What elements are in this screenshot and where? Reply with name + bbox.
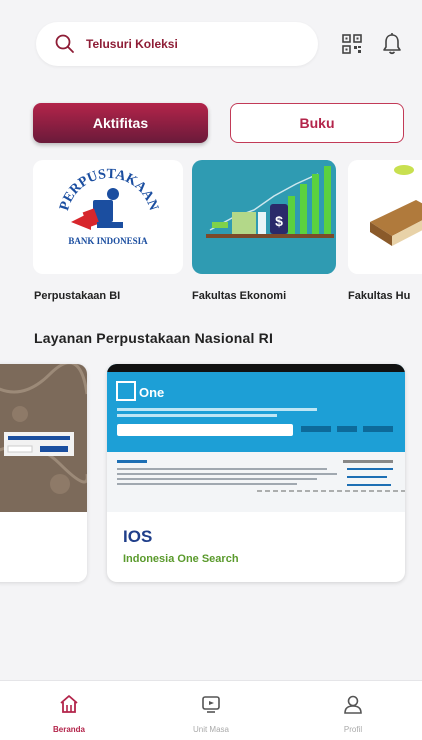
service-title: IOS (123, 527, 153, 546)
tab-aktifitas[interactable]: Aktifitas (33, 103, 208, 143)
nav-label: Profil (343, 725, 363, 734)
nav-label: Unit Masa (192, 725, 229, 734)
collection-card-perpustakaan-bi[interactable]: PERPUSTAKAAN BANK INDONESIA (33, 160, 183, 274)
tab-bar: Aktifitas Buku (0, 95, 422, 159)
home-icon (58, 693, 80, 715)
tab-buku[interactable]: Buku (230, 103, 404, 143)
app-header: Telusuri Koleksi (0, 0, 422, 88)
nav-item-unit-masa[interactable]: Unit Masa (166, 681, 256, 740)
law-book-illustration (348, 160, 422, 274)
search-icon (54, 33, 76, 55)
bank-indonesia-library-logo: PERPUSTAKAAN BANK INDONESIA (57, 167, 161, 246)
tv-icon (200, 693, 222, 715)
collection-label: Fakultas Ekonomi (192, 290, 287, 302)
collection-card-fakultas-hukum[interactable] (348, 160, 422, 274)
collection-carousel[interactable]: PERPUSTAKAAN BANK INDONESIA $ Perpustaka… (0, 160, 422, 310)
svg-text:One: One (139, 385, 164, 400)
service-carousel[interactable]: One IOS Indonesia One Search (0, 364, 422, 586)
nav-label: Beranda (52, 725, 85, 734)
nav-item-profil[interactable]: Profil (308, 681, 398, 740)
section-title: Layanan Perpustakaan Nasional RI (34, 330, 274, 346)
main-content[interactable]: PERPUSTAKAAN BANK INDONESIA $ Perpustaka… (0, 160, 422, 680)
search-placeholder: Telusuri Koleksi (86, 37, 178, 51)
svg-text:$: $ (275, 213, 283, 229)
bottom-navigation: Beranda Unit Masa Profil (0, 680, 422, 740)
collection-card-fakultas-ekonomi[interactable]: $ (192, 160, 336, 274)
collection-label: Fakultas Hu (348, 290, 411, 302)
service-subtitle: Indonesia One Search (123, 553, 239, 565)
map-screenshot (0, 364, 87, 582)
collection-label: Perpustakaan BI (34, 290, 121, 302)
bell-icon[interactable] (381, 32, 403, 56)
service-card-ios[interactable]: One IOS Indonesia One Search (107, 364, 405, 582)
economics-growth-illustration: $ (202, 160, 334, 274)
user-icon (342, 693, 364, 715)
service-card-map[interactable] (0, 364, 87, 582)
nav-item-beranda[interactable]: Beranda (24, 681, 114, 740)
qr-code-icon[interactable] (341, 33, 363, 55)
ios-website-screenshot: One (107, 364, 405, 512)
logo-bottom-text: BANK INDONESIA (68, 236, 148, 246)
search-bar[interactable]: Telusuri Koleksi (36, 22, 318, 66)
